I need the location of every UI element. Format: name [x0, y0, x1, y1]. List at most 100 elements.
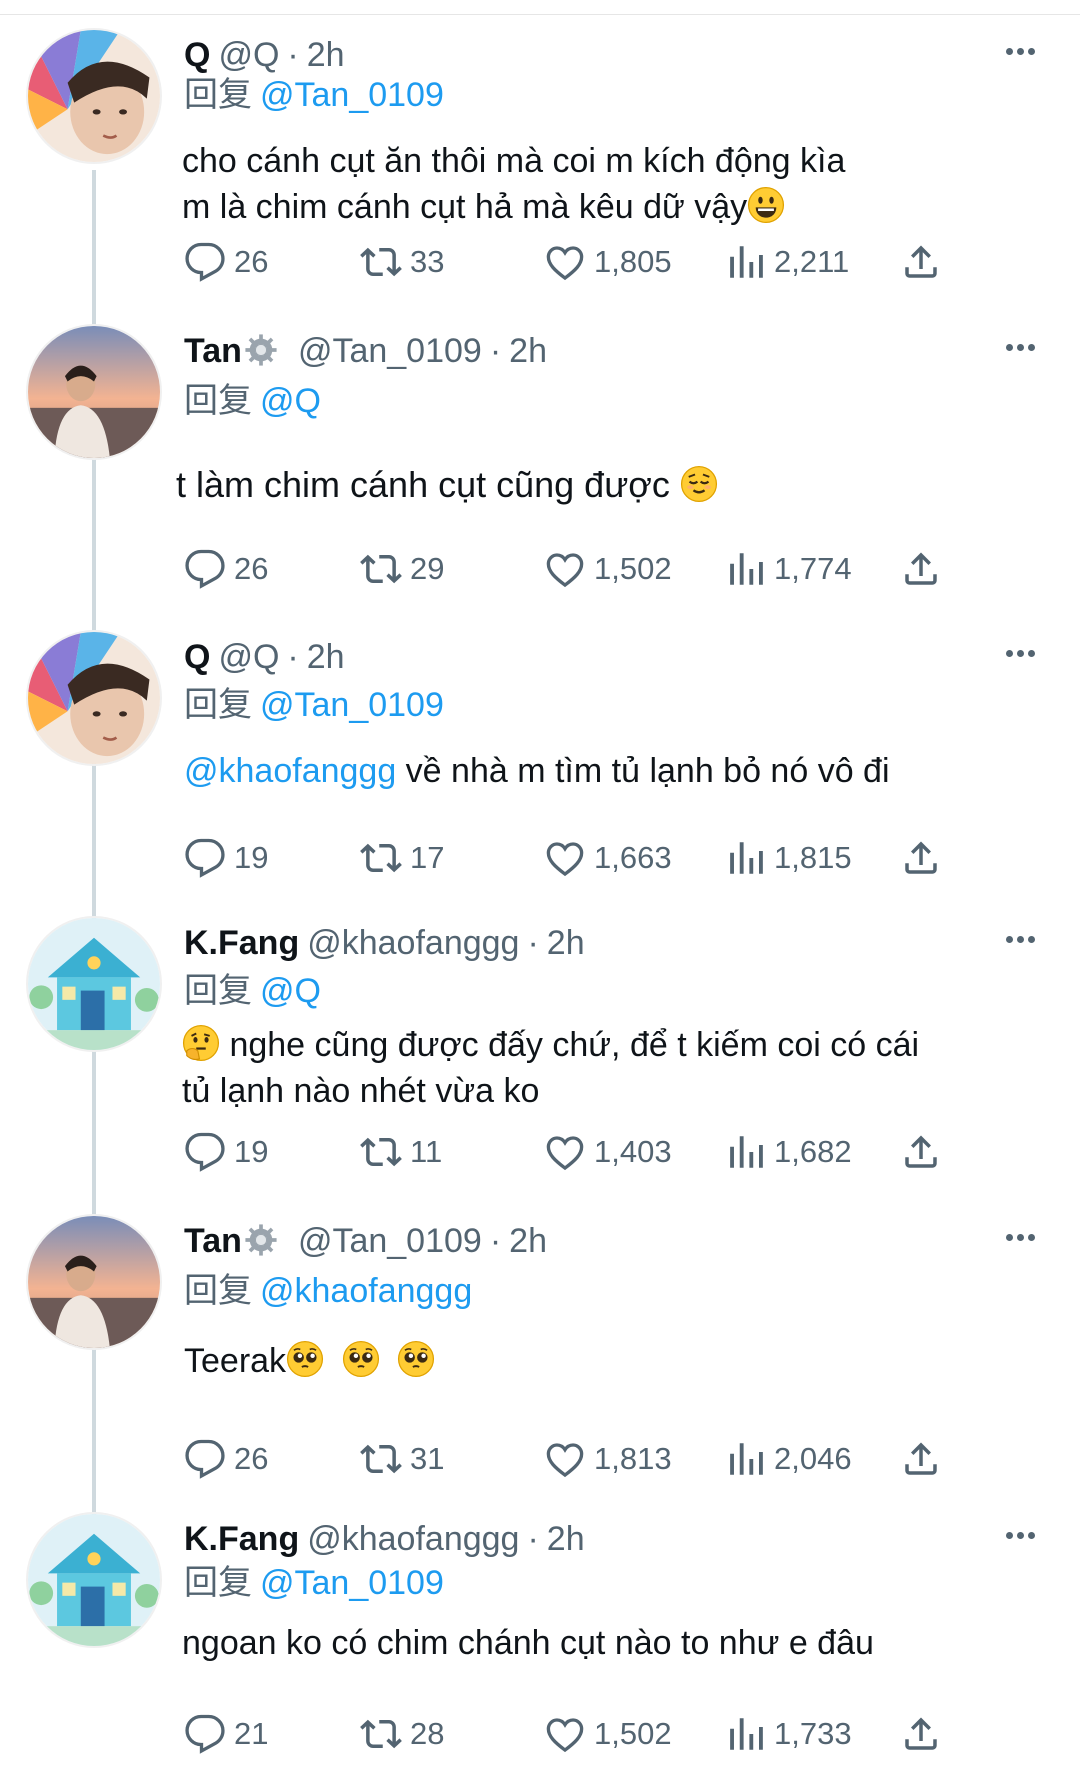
avatar[interactable] — [26, 1214, 162, 1350]
reply-context: 回复 @khaofanggg — [184, 1266, 472, 1316]
display-name[interactable]: K.Fang — [184, 924, 299, 962]
like-button[interactable]: 1,813 — [544, 1433, 672, 1481]
more-icon[interactable] — [1006, 42, 1046, 62]
view-count: 1,682 — [774, 1133, 852, 1169]
more-icon[interactable] — [1006, 644, 1046, 664]
timestamp[interactable]: 2h — [307, 36, 345, 74]
dot-separator: · — [489, 1222, 502, 1260]
reply-to-mention[interactable]: @Tan_0109 — [260, 76, 444, 114]
more-icon[interactable] — [1006, 1228, 1046, 1248]
views-icon — [724, 548, 766, 590]
pleading-face-emoji-icon — [286, 1340, 324, 1378]
like-count: 1,813 — [594, 1440, 672, 1476]
views-button[interactable]: 1,774 — [724, 543, 852, 591]
views-button[interactable]: 1,682 — [724, 1126, 852, 1174]
like-button[interactable]: 1,805 — [544, 236, 672, 284]
reply-button[interactable]: 26 — [184, 236, 268, 284]
reply-count: 19 — [234, 839, 269, 875]
heart-icon — [544, 1131, 586, 1173]
reply-to-mention[interactable]: @Tan_0109 — [260, 1564, 444, 1602]
timestamp[interactable]: 2h — [547, 924, 585, 962]
user-handle[interactable]: @Q — [218, 638, 279, 676]
retweet-icon — [360, 1131, 402, 1173]
retweet-button[interactable]: 17 — [360, 832, 444, 880]
user-handle[interactable]: @Tan_0109 — [298, 332, 482, 370]
reply-to-mention[interactable]: @khaofanggg — [260, 1272, 472, 1310]
retweet-button[interactable]: 28 — [360, 1708, 444, 1756]
top-divider — [0, 14, 1080, 15]
share-icon — [900, 548, 942, 590]
avatar[interactable] — [26, 630, 162, 766]
tweet-text: t làm chim cánh cụt cũng được — [176, 462, 1040, 508]
like-button[interactable]: 1,403 — [544, 1126, 672, 1174]
display-name[interactable]: Tan — [184, 1222, 242, 1260]
share-button[interactable] — [900, 236, 950, 284]
avatar[interactable] — [26, 28, 162, 164]
share-button[interactable] — [900, 832, 950, 880]
views-button[interactable]: 2,046 — [724, 1433, 852, 1481]
share-button[interactable] — [900, 1708, 950, 1756]
retweet-button[interactable]: 11 — [360, 1126, 442, 1174]
heart-icon — [544, 1438, 586, 1480]
tweet-header: Q @Q · 2h — [184, 632, 345, 682]
more-icon[interactable] — [1006, 930, 1046, 950]
reply-button[interactable]: 26 — [184, 1433, 268, 1481]
user-handle[interactable]: @Tan_0109 — [298, 1222, 482, 1260]
like-count: 1,805 — [594, 243, 672, 279]
like-count: 1,502 — [594, 1715, 672, 1751]
retweet-count: 29 — [410, 550, 445, 586]
display-name[interactable]: K.Fang — [184, 1520, 299, 1558]
user-handle[interactable]: @khaofanggg — [307, 1520, 519, 1558]
timestamp[interactable]: 2h — [509, 332, 547, 370]
reply-button[interactable]: 19 — [184, 1126, 268, 1174]
like-button[interactable]: 1,502 — [544, 543, 672, 591]
reply-prefix: 回复 — [184, 76, 252, 114]
views-button[interactable]: 2,211 — [724, 236, 849, 284]
retweet-button[interactable]: 31 — [360, 1433, 444, 1481]
display-name[interactable]: Tan — [184, 332, 242, 370]
views-icon — [724, 241, 766, 283]
avatar[interactable] — [26, 324, 162, 460]
share-button[interactable] — [900, 543, 950, 591]
share-icon — [900, 241, 942, 283]
tweet-header: Tan @Tan_0109 · 2h — [184, 326, 547, 376]
views-button[interactable]: 1,733 — [724, 1708, 852, 1756]
user-handle[interactable]: @Q — [218, 36, 279, 74]
timestamp[interactable]: 2h — [547, 1520, 585, 1558]
more-icon[interactable] — [1006, 338, 1046, 358]
share-icon — [900, 837, 942, 879]
timestamp[interactable]: 2h — [509, 1222, 547, 1260]
like-button[interactable]: 1,663 — [544, 832, 672, 880]
display-name[interactable]: Q — [184, 638, 210, 676]
reply-to-mention[interactable]: @Tan_0109 — [260, 686, 444, 724]
share-button[interactable] — [900, 1126, 950, 1174]
retweet-button[interactable]: 33 — [360, 236, 444, 284]
tweet-text: @khaofanggg về nhà m tìm tủ lạnh bỏ nó v… — [184, 748, 1040, 794]
action-bar: 26 29 1,502 1,774 — [184, 543, 964, 591]
reply-count: 21 — [234, 1715, 269, 1751]
heart-icon — [544, 548, 586, 590]
like-button[interactable]: 1,502 — [544, 1708, 672, 1756]
reply-button[interactable]: 26 — [184, 543, 268, 591]
timestamp[interactable]: 2h — [307, 638, 345, 676]
share-button[interactable] — [900, 1433, 950, 1481]
retweet-button[interactable]: 29 — [360, 543, 444, 591]
reply-to-mention[interactable]: @Q — [260, 382, 321, 420]
display-name[interactable]: Q — [184, 36, 210, 74]
more-icon[interactable] — [1006, 1526, 1046, 1546]
reply-button[interactable]: 21 — [184, 1708, 268, 1756]
views-button[interactable]: 1,815 — [724, 832, 852, 880]
reply-count: 26 — [234, 243, 269, 279]
avatar[interactable] — [26, 1512, 162, 1648]
avatar[interactable] — [26, 916, 162, 1052]
user-handle[interactable]: @khaofanggg — [307, 924, 519, 962]
tweet-text: cho cánh cụt ăn thôi mà coi m kích động … — [182, 138, 1040, 230]
tweet-header: K.Fang @khaofanggg · 2h — [184, 1514, 585, 1564]
mention-link[interactable]: @khaofanggg — [184, 752, 396, 790]
reply-to-mention[interactable]: @Q — [260, 972, 321, 1010]
reply-button[interactable]: 19 — [184, 832, 268, 880]
heart-icon — [544, 241, 586, 283]
tweet-text-line: m là chim cánh cụt hả mà kêu dữ vậy — [182, 188, 748, 226]
tweet-text: nghe cũng được đấy chứ, để t kiếm coi có… — [182, 1022, 1040, 1114]
reply-icon — [184, 241, 226, 283]
